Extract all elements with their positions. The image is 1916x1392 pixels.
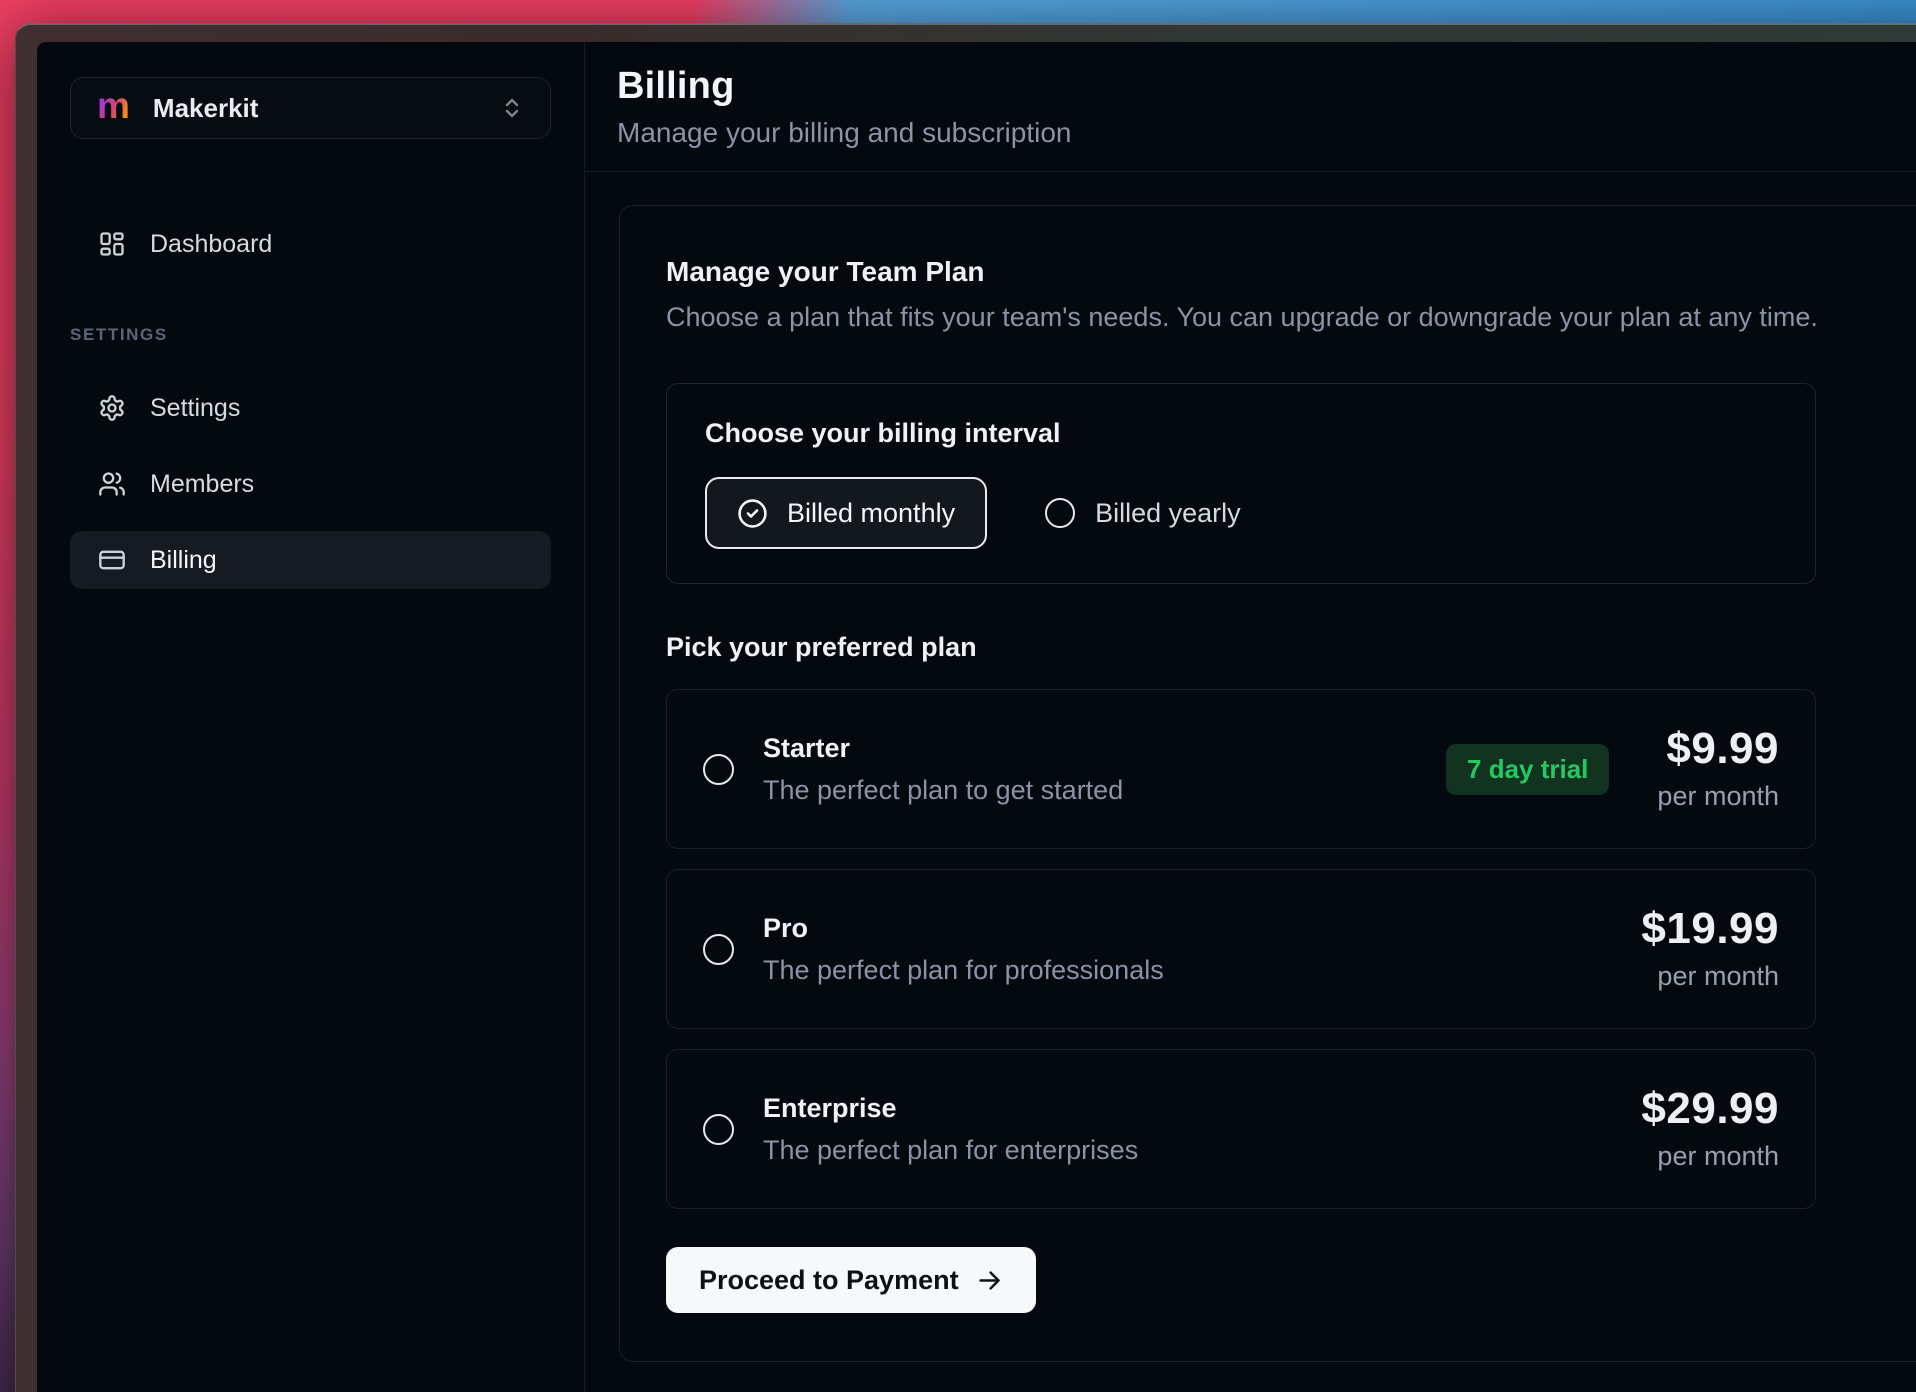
page-subtitle: Manage your billing and subscription [617,117,1916,149]
billing-interval-label: Choose your billing interval [705,418,1777,449]
billed-monthly-label: Billed monthly [787,498,955,529]
team-plan-card: Manage your Team Plan Choose a plan that… [619,205,1916,1362]
sidebar-section-label: SETTINGS [70,325,551,345]
card-title: Manage your Team Plan [666,256,1916,288]
gear-icon [98,394,126,422]
billing-interval-box: Choose your billing interval Billed mont… [666,383,1816,584]
plan-name: Starter [763,733,1123,764]
plan-info: Starter The perfect plan to get started [763,733,1123,806]
billed-yearly-label: Billed yearly [1095,498,1241,529]
team-selector[interactable]: m Makerkit [70,77,551,139]
plan-name: Enterprise [763,1093,1138,1124]
radio-circle-icon[interactable] [703,934,734,965]
plan-period: per month [1657,781,1779,812]
dashboard-icon [98,230,126,258]
proceed-to-payment-button[interactable]: Proceed to Payment [666,1247,1036,1313]
radio-circle-icon [1045,498,1075,528]
radio-circle-icon[interactable] [703,754,734,785]
sidebar-item-dashboard[interactable]: Dashboard [70,215,551,273]
card-description: Choose a plan that fits your team's need… [666,302,1916,333]
plan-description: The perfect plan to get started [763,775,1123,806]
sidebar-item-members[interactable]: Members [70,455,551,513]
plan-pricing: $19.99 per month [1641,907,1779,992]
radio-circle-icon[interactable] [703,1114,734,1145]
sidebar-item-settings[interactable]: Settings [70,379,551,437]
sidebar-item-label: Members [150,470,254,499]
arrow-right-icon [976,1267,1003,1294]
plan-description: The perfect plan for enterprises [763,1135,1138,1166]
credit-card-icon [98,546,126,574]
plan-name: Pro [763,913,1164,944]
sidebar-item-label: Dashboard [150,230,272,259]
billing-interval-options: Billed monthly Billed yearly [705,477,1777,549]
sidebar-item-billing[interactable]: Billing [70,531,551,589]
plan-description: The perfect plan for professionals [763,955,1164,986]
pick-plan-label: Pick your preferred plan [666,632,1916,663]
chevrons-up-down-icon [500,96,524,120]
sidebar: m Makerkit Dashboard SETTINGS Settings [37,42,585,1392]
plan-row-enterprise[interactable]: Enterprise The perfect plan for enterpri… [666,1049,1816,1209]
sidebar-item-label: Billing [150,546,217,575]
price-block: $19.99 per month [1641,907,1779,992]
proceed-button-label: Proceed to Payment [699,1265,959,1296]
trial-badge: 7 day trial [1446,744,1609,795]
main-area: Billing Manage your billing and subscrip… [585,42,1916,1392]
price-block: $29.99 per month [1641,1087,1779,1172]
plan-pricing: $29.99 per month [1641,1087,1779,1172]
check-circle-icon [737,498,768,529]
sidebar-item-label: Settings [150,394,240,423]
plan-price: $29.99 [1641,1087,1779,1131]
makerkit-logo-icon: m [97,87,130,124]
price-block: $9.99 per month [1657,727,1779,812]
plan-info: Enterprise The perfect plan for enterpri… [763,1093,1138,1166]
plan-price: $9.99 [1657,727,1779,771]
app-content: m Makerkit Dashboard SETTINGS Settings [37,42,1916,1392]
billed-yearly-option[interactable]: Billed yearly [1045,498,1241,529]
billed-monthly-option[interactable]: Billed monthly [705,477,987,549]
plan-period: per month [1641,961,1779,992]
app-window: m Makerkit Dashboard SETTINGS Settings [15,23,1916,1392]
plan-row-starter[interactable]: Starter The perfect plan to get started … [666,689,1816,849]
page-header: Billing Manage your billing and subscrip… [585,42,1916,172]
plan-period: per month [1641,1141,1779,1172]
plan-pricing: 7 day trial $9.99 per month [1446,727,1779,812]
plan-info: Pro The perfect plan for professionals [763,913,1164,986]
plan-row-pro[interactable]: Pro The perfect plan for professionals $… [666,869,1816,1029]
plan-price: $19.99 [1641,907,1779,951]
users-icon [98,470,126,498]
team-name: Makerkit [153,93,259,124]
page-title: Billing [617,66,1916,108]
